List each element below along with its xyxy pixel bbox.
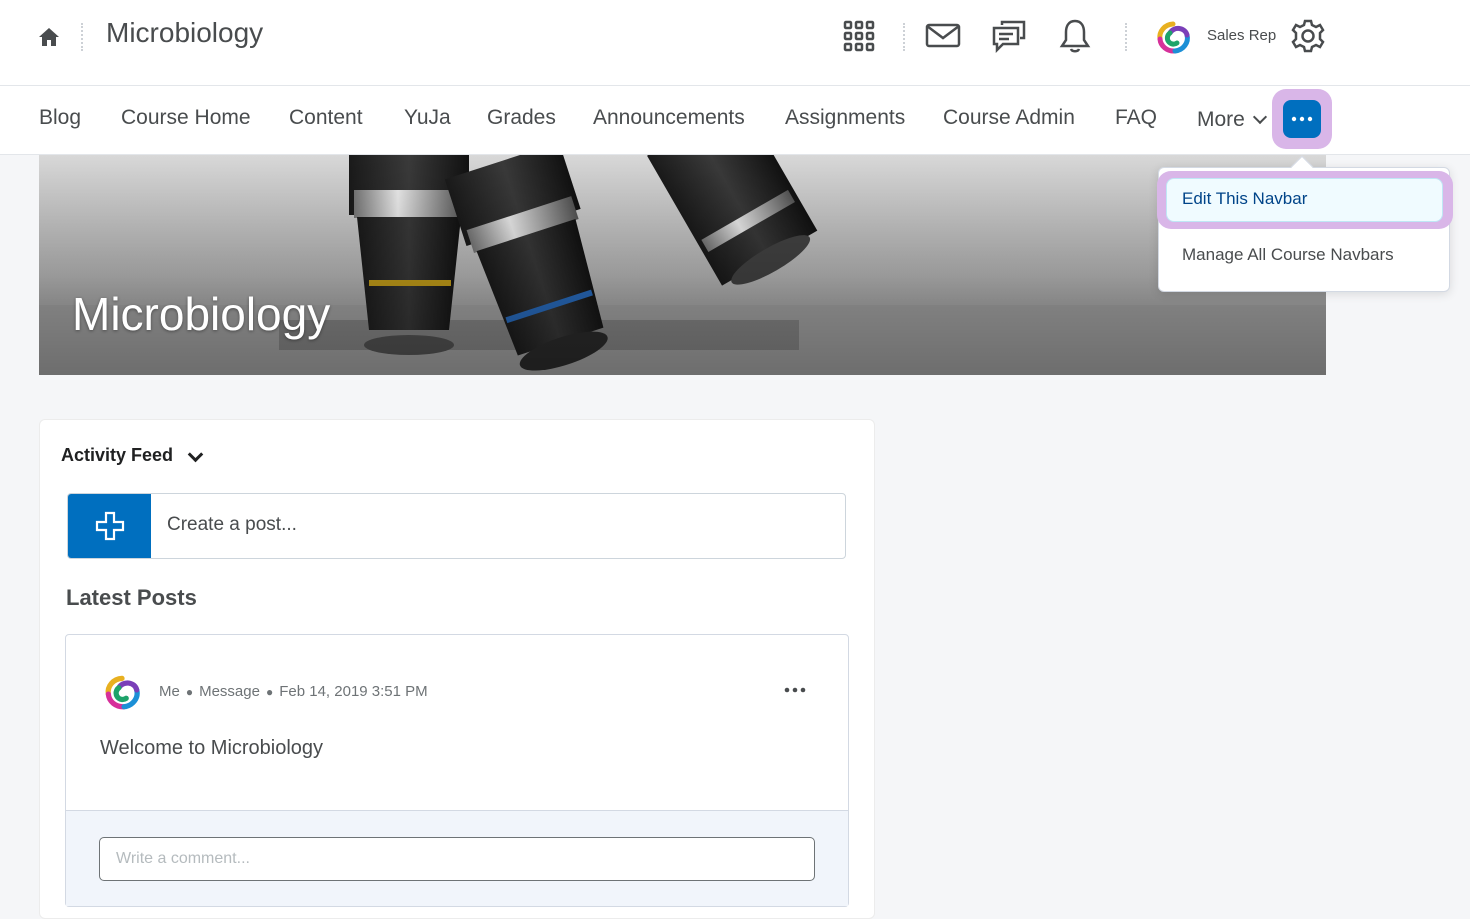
comment-input[interactable]	[99, 837, 815, 881]
waffle-grid-icon[interactable]	[841, 18, 877, 54]
activity-feed-title: Activity Feed	[61, 445, 174, 465]
nav-more-menu[interactable]: More	[1197, 108, 1267, 132]
plus-icon	[95, 511, 124, 541]
post-author: Me	[159, 683, 180, 700]
mail-icon[interactable]	[925, 18, 961, 54]
post-type: Message	[199, 683, 260, 700]
nav-item-faq[interactable]: FAQ	[1115, 106, 1157, 130]
course-title[interactable]: Microbiology	[106, 17, 263, 49]
nav-item-yuja[interactable]: YuJa	[404, 106, 451, 130]
bell-icon[interactable]	[1057, 18, 1093, 54]
post-date: Feb 14, 2019 3:51 PM	[279, 683, 428, 700]
nav-item-course-home[interactable]: Course Home	[121, 106, 251, 130]
nav-item-blog[interactable]: Blog	[39, 106, 81, 130]
nav-item-content[interactable]: Content	[289, 106, 363, 130]
create-post-placeholder[interactable]: Create a post...	[167, 514, 297, 536]
chevron-down-icon	[1252, 109, 1267, 125]
nav-item-assignments[interactable]: Assignments	[785, 106, 905, 130]
user-avatar[interactable]	[1153, 19, 1193, 55]
header-divider	[1125, 23, 1127, 51]
nav-item-announcements[interactable]: Announcements	[593, 106, 745, 130]
course-banner: Microbiology	[39, 155, 1326, 375]
post-options-button[interactable]	[780, 678, 810, 702]
course-navbar: Blog Course Home Content YuJa Grades Ann…	[0, 86, 1470, 155]
post-body: Welcome to Microbiology	[100, 737, 324, 759]
header-divider	[81, 23, 83, 51]
navbar-options-button[interactable]	[1283, 100, 1321, 138]
more-dots-icon	[784, 687, 806, 693]
chat-icon[interactable]	[991, 18, 1027, 54]
header-divider	[903, 23, 905, 51]
nav-item-grades[interactable]: Grades	[487, 106, 556, 130]
gear-icon[interactable]	[1290, 18, 1326, 54]
banner-title: Microbiology	[72, 288, 331, 340]
nav-more-label: More	[1197, 108, 1245, 131]
create-post-button[interactable]	[68, 494, 151, 558]
nav-item-course-admin[interactable]: Course Admin	[943, 106, 1075, 130]
latest-posts-heading: Latest Posts	[66, 585, 197, 610]
menu-item-edit-navbar[interactable]: Edit This Navbar	[1182, 189, 1307, 209]
user-name[interactable]: Sales Rep	[1207, 27, 1276, 44]
microscope-image	[39, 155, 1326, 375]
top-header: Microbiology Sales Rep	[0, 0, 1470, 86]
post-meta: Me ● Message ● Feb 14, 2019 3:51 PM	[159, 683, 428, 700]
menu-item-manage-navbars[interactable]: Manage All Course Navbars	[1182, 245, 1394, 265]
home-icon[interactable]	[37, 25, 61, 49]
post-author-avatar	[101, 673, 143, 711]
more-dots-icon	[1291, 116, 1313, 122]
